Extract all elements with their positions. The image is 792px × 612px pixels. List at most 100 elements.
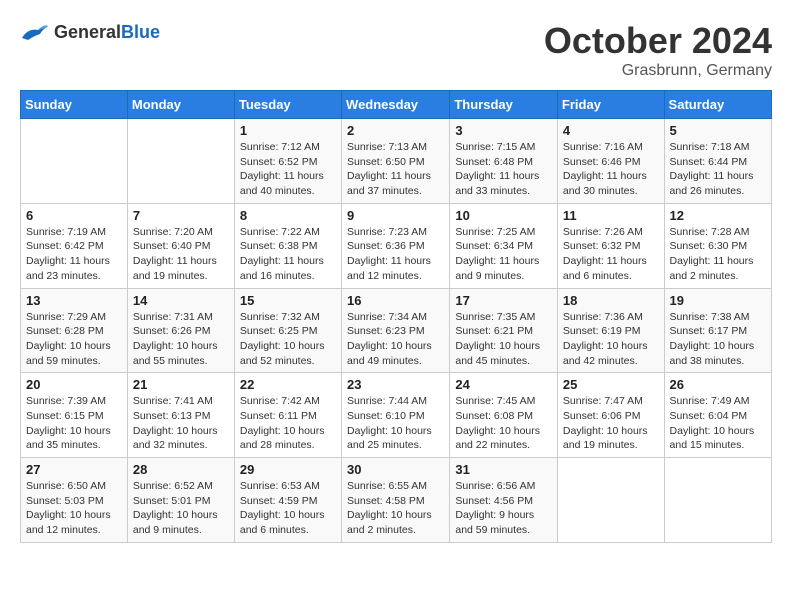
- daylight-text: Daylight: 10 hours and 55 minutes.: [133, 340, 218, 367]
- sunrise-text: Sunrise: 7:35 AM: [455, 311, 535, 323]
- daylight-text: Daylight: 11 hours and 37 minutes.: [347, 170, 431, 197]
- sunrise-text: Sunrise: 6:50 AM: [26, 480, 106, 492]
- day-number: 2: [347, 123, 444, 138]
- sunset-text: Sunset: 6:28 PM: [26, 325, 104, 337]
- logo-blue: Blue: [121, 22, 160, 42]
- sunrise-text: Sunrise: 6:55 AM: [347, 480, 427, 492]
- sunset-text: Sunset: 6:13 PM: [133, 410, 211, 422]
- day-cell: 11 Sunrise: 7:26 AM Sunset: 6:32 PM Dayl…: [557, 203, 664, 288]
- day-number: 19: [670, 293, 766, 308]
- day-number: 5: [670, 123, 766, 138]
- day-info: Sunrise: 7:15 AM Sunset: 6:48 PM Dayligh…: [455, 140, 552, 199]
- day-cell: 14 Sunrise: 7:31 AM Sunset: 6:26 PM Dayl…: [127, 288, 234, 373]
- sunrise-text: Sunrise: 7:32 AM: [240, 311, 320, 323]
- day-number: 10: [455, 208, 552, 223]
- day-cell: 17 Sunrise: 7:35 AM Sunset: 6:21 PM Dayl…: [450, 288, 558, 373]
- daylight-text: Daylight: 10 hours and 59 minutes.: [26, 340, 111, 367]
- day-cell: 15 Sunrise: 7:32 AM Sunset: 6:25 PM Dayl…: [234, 288, 341, 373]
- month-title: October 2024: [544, 20, 772, 62]
- sunset-text: Sunset: 6:19 PM: [563, 325, 641, 337]
- day-number: 4: [563, 123, 659, 138]
- sunrise-text: Sunrise: 7:20 AM: [133, 226, 213, 238]
- day-info: Sunrise: 7:36 AM Sunset: 6:19 PM Dayligh…: [563, 310, 659, 369]
- week-row-3: 13 Sunrise: 7:29 AM Sunset: 6:28 PM Dayl…: [21, 288, 772, 373]
- day-number: 27: [26, 462, 122, 477]
- sunset-text: Sunset: 6:32 PM: [563, 240, 641, 252]
- sunset-text: Sunset: 6:30 PM: [670, 240, 748, 252]
- logo-bird-icon: [20, 20, 50, 44]
- sunrise-text: Sunrise: 7:39 AM: [26, 395, 106, 407]
- weekday-header-thursday: Thursday: [450, 91, 558, 119]
- day-number: 1: [240, 123, 336, 138]
- logo-general: General: [54, 22, 121, 42]
- sunset-text: Sunset: 5:01 PM: [133, 495, 211, 507]
- day-info: Sunrise: 7:23 AM Sunset: 6:36 PM Dayligh…: [347, 225, 444, 284]
- day-info: Sunrise: 7:28 AM Sunset: 6:30 PM Dayligh…: [670, 225, 766, 284]
- day-cell: [127, 119, 234, 204]
- day-number: 21: [133, 377, 229, 392]
- day-info: Sunrise: 7:41 AM Sunset: 6:13 PM Dayligh…: [133, 394, 229, 453]
- daylight-text: Daylight: 11 hours and 40 minutes.: [240, 170, 324, 197]
- day-number: 22: [240, 377, 336, 392]
- sunrise-text: Sunrise: 7:25 AM: [455, 226, 535, 238]
- logo-text: GeneralBlue: [54, 22, 160, 43]
- day-info: Sunrise: 7:34 AM Sunset: 6:23 PM Dayligh…: [347, 310, 444, 369]
- day-cell: 5 Sunrise: 7:18 AM Sunset: 6:44 PM Dayli…: [664, 119, 771, 204]
- day-info: Sunrise: 7:47 AM Sunset: 6:06 PM Dayligh…: [563, 394, 659, 453]
- day-number: 6: [26, 208, 122, 223]
- day-info: Sunrise: 7:35 AM Sunset: 6:21 PM Dayligh…: [455, 310, 552, 369]
- daylight-text: Daylight: 11 hours and 19 minutes.: [133, 255, 217, 282]
- day-info: Sunrise: 6:53 AM Sunset: 4:59 PM Dayligh…: [240, 479, 336, 538]
- sunrise-text: Sunrise: 7:38 AM: [670, 311, 750, 323]
- day-info: Sunrise: 7:32 AM Sunset: 6:25 PM Dayligh…: [240, 310, 336, 369]
- daylight-text: Daylight: 10 hours and 42 minutes.: [563, 340, 648, 367]
- day-info: Sunrise: 7:12 AM Sunset: 6:52 PM Dayligh…: [240, 140, 336, 199]
- sunrise-text: Sunrise: 7:13 AM: [347, 141, 427, 153]
- day-info: Sunrise: 6:52 AM Sunset: 5:01 PM Dayligh…: [133, 479, 229, 538]
- day-info: Sunrise: 7:38 AM Sunset: 6:17 PM Dayligh…: [670, 310, 766, 369]
- day-info: Sunrise: 7:44 AM Sunset: 6:10 PM Dayligh…: [347, 394, 444, 453]
- day-cell: [664, 458, 771, 543]
- sunset-text: Sunset: 6:23 PM: [347, 325, 425, 337]
- weekday-header-wednesday: Wednesday: [342, 91, 450, 119]
- day-info: Sunrise: 7:13 AM Sunset: 6:50 PM Dayligh…: [347, 140, 444, 199]
- day-cell: 3 Sunrise: 7:15 AM Sunset: 6:48 PM Dayli…: [450, 119, 558, 204]
- day-cell: 19 Sunrise: 7:38 AM Sunset: 6:17 PM Dayl…: [664, 288, 771, 373]
- week-row-1: 1 Sunrise: 7:12 AM Sunset: 6:52 PM Dayli…: [21, 119, 772, 204]
- daylight-text: Daylight: 10 hours and 25 minutes.: [347, 425, 432, 452]
- day-cell: 24 Sunrise: 7:45 AM Sunset: 6:08 PM Dayl…: [450, 373, 558, 458]
- day-cell: 27 Sunrise: 6:50 AM Sunset: 5:03 PM Dayl…: [21, 458, 128, 543]
- day-cell: 2 Sunrise: 7:13 AM Sunset: 6:50 PM Dayli…: [342, 119, 450, 204]
- day-number: 14: [133, 293, 229, 308]
- location-title: Grasbrunn, Germany: [544, 62, 772, 80]
- day-cell: 10 Sunrise: 7:25 AM Sunset: 6:34 PM Dayl…: [450, 203, 558, 288]
- sunset-text: Sunset: 6:34 PM: [455, 240, 533, 252]
- day-info: Sunrise: 7:45 AM Sunset: 6:08 PM Dayligh…: [455, 394, 552, 453]
- day-number: 31: [455, 462, 552, 477]
- sunrise-text: Sunrise: 7:19 AM: [26, 226, 106, 238]
- day-number: 30: [347, 462, 444, 477]
- logo: GeneralBlue: [20, 20, 160, 44]
- day-cell: 22 Sunrise: 7:42 AM Sunset: 6:11 PM Dayl…: [234, 373, 341, 458]
- day-cell: 7 Sunrise: 7:20 AM Sunset: 6:40 PM Dayli…: [127, 203, 234, 288]
- day-cell: 4 Sunrise: 7:16 AM Sunset: 6:46 PM Dayli…: [557, 119, 664, 204]
- day-number: 12: [670, 208, 766, 223]
- day-cell: 20 Sunrise: 7:39 AM Sunset: 6:15 PM Dayl…: [21, 373, 128, 458]
- weekday-header-tuesday: Tuesday: [234, 91, 341, 119]
- title-block: October 2024 Grasbrunn, Germany: [544, 20, 772, 80]
- sunset-text: Sunset: 6:10 PM: [347, 410, 425, 422]
- sunrise-text: Sunrise: 7:44 AM: [347, 395, 427, 407]
- day-cell: 18 Sunrise: 7:36 AM Sunset: 6:19 PM Dayl…: [557, 288, 664, 373]
- day-info: Sunrise: 7:49 AM Sunset: 6:04 PM Dayligh…: [670, 394, 766, 453]
- day-cell: 13 Sunrise: 7:29 AM Sunset: 6:28 PM Dayl…: [21, 288, 128, 373]
- calendar-table: SundayMondayTuesdayWednesdayThursdayFrid…: [20, 90, 772, 543]
- day-number: 17: [455, 293, 552, 308]
- sunset-text: Sunset: 6:36 PM: [347, 240, 425, 252]
- day-info: Sunrise: 7:39 AM Sunset: 6:15 PM Dayligh…: [26, 394, 122, 453]
- day-number: 7: [133, 208, 229, 223]
- day-cell: 21 Sunrise: 7:41 AM Sunset: 6:13 PM Dayl…: [127, 373, 234, 458]
- sunrise-text: Sunrise: 6:56 AM: [455, 480, 535, 492]
- daylight-text: Daylight: 10 hours and 12 minutes.: [26, 509, 111, 536]
- day-cell: 9 Sunrise: 7:23 AM Sunset: 6:36 PM Dayli…: [342, 203, 450, 288]
- weekday-header-monday: Monday: [127, 91, 234, 119]
